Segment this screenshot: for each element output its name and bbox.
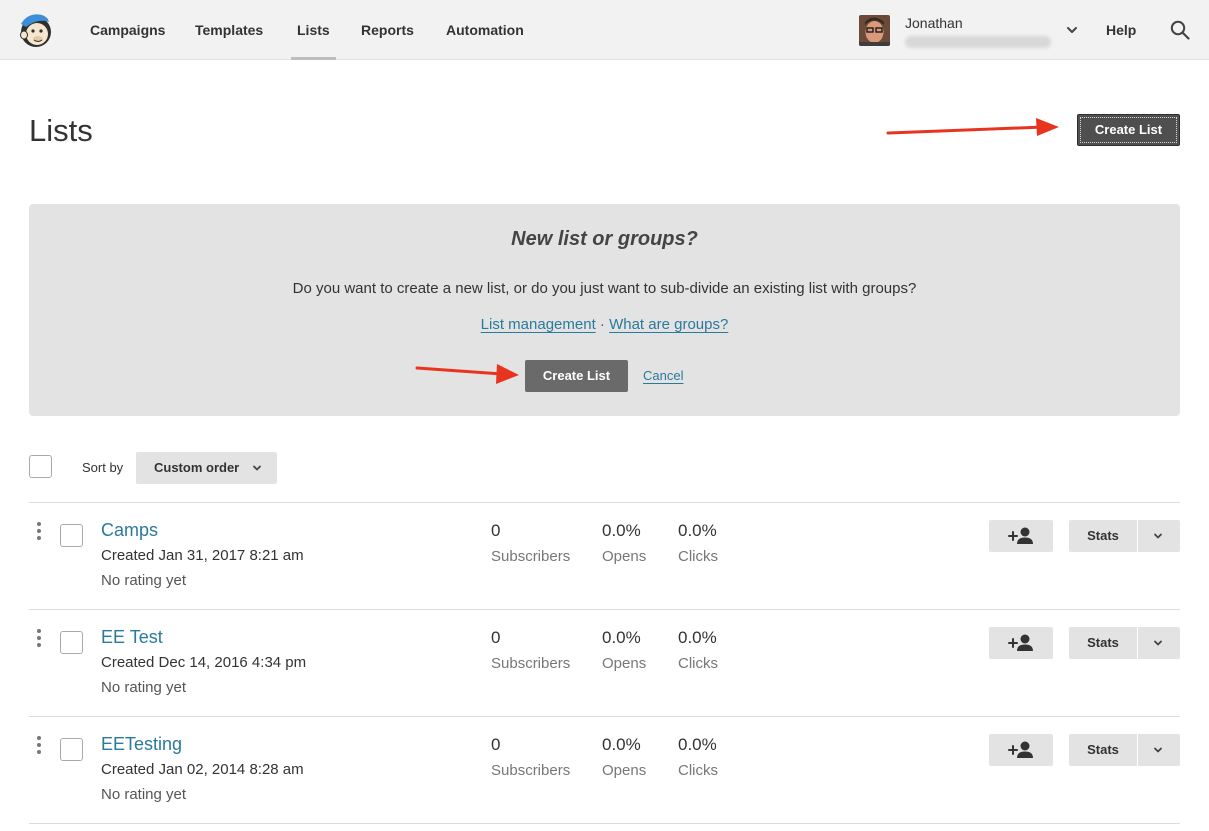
list-management-link[interactable]: List management (481, 316, 596, 333)
chevron-down-icon (1154, 640, 1162, 646)
new-list-or-groups-panel: New list or groups? Do you want to creat… (29, 204, 1180, 416)
list-name-link[interactable]: EETesting (101, 734, 182, 755)
what-are-groups-link[interactable]: What are groups? (609, 316, 728, 333)
sort-label: Sort by (82, 460, 124, 475)
clicks-label: Clicks (678, 548, 718, 565)
list-created-date: Created Dec 14, 2016 4:34 pm (101, 654, 307, 671)
list-rating: No rating yet (101, 572, 187, 589)
row-checkbox[interactable] (60, 631, 83, 654)
panel-description: Do you want to create a new list, or do … (292, 280, 917, 297)
add-user-icon (1008, 741, 1033, 758)
add-subscriber-button[interactable] (989, 734, 1053, 766)
subscribers-label: Subscribers (491, 762, 571, 779)
list-name-link[interactable]: EE Test (101, 627, 163, 648)
panel-title: New list or groups? (511, 228, 698, 250)
help-link[interactable]: Help (1106, 0, 1136, 60)
list-row: EETesting Created Jan 02, 2014 8:28 am N… (0, 716, 1209, 823)
list-rating: No rating yet (101, 679, 187, 696)
annotation-arrow (415, 364, 519, 384)
nav-campaigns[interactable]: Campaigns (90, 0, 165, 60)
nav-lists[interactable]: Lists (291, 0, 336, 60)
opens-label: Opens (602, 548, 647, 565)
list-row: EE Test Created Dec 14, 2016 4:34 pm No … (0, 609, 1209, 716)
clicks-rate: 0.0% (678, 521, 717, 540)
list-rating: No rating yet (101, 786, 187, 803)
clicks-label: Clicks (678, 762, 718, 779)
user-name[interactable]: Jonathan (905, 15, 963, 31)
drag-handle-icon[interactable] (36, 735, 42, 755)
cancel-link[interactable]: Cancel (643, 368, 683, 383)
clicks-rate: 0.0% (678, 735, 717, 754)
chevron-down-icon (1154, 747, 1162, 753)
select-all-checkbox[interactable] (29, 455, 52, 478)
search-icon[interactable] (1170, 20, 1190, 40)
add-subscriber-button[interactable] (989, 627, 1053, 659)
avatar[interactable] (859, 15, 890, 46)
nav-reports[interactable]: Reports (361, 0, 414, 60)
list-created-date: Created Jan 02, 2014 8:28 am (101, 761, 304, 778)
nav-automation[interactable]: Automation (446, 0, 524, 60)
drag-handle-icon[interactable] (36, 521, 42, 541)
add-subscriber-button[interactable] (989, 520, 1053, 552)
annotation-arrow (886, 118, 1059, 136)
sort-dropdown[interactable]: Custom order (136, 452, 277, 484)
list-created-date: Created Jan 31, 2017 8:21 am (101, 547, 304, 564)
stats-button[interactable]: Stats (1069, 734, 1137, 766)
nav-templates[interactable]: Templates (195, 0, 263, 60)
mailchimp-logo[interactable] (16, 10, 56, 50)
subscribers-count: 0 (491, 735, 501, 754)
subscribers-count: 0 (491, 628, 501, 647)
more-options-button[interactable] (1138, 627, 1180, 659)
top-navigation: Campaigns Templates Lists Reports Automa… (0, 0, 1209, 60)
list-row: Camps Created Jan 31, 2017 8:21 am No ra… (0, 502, 1209, 609)
drag-handle-icon[interactable] (36, 628, 42, 648)
opens-rate: 0.0% (602, 735, 641, 754)
opens-rate: 0.0% (602, 628, 641, 647)
divider (29, 823, 1180, 824)
link-separator: · (599, 316, 605, 333)
more-options-button[interactable] (1138, 520, 1180, 552)
row-checkbox[interactable] (60, 524, 83, 547)
user-email-redacted (905, 36, 1051, 48)
subscribers-label: Subscribers (491, 548, 571, 565)
stats-button[interactable]: Stats (1069, 520, 1137, 552)
panel-links: List management · What are groups? (29, 316, 1180, 333)
subscribers-count: 0 (491, 521, 501, 540)
opens-label: Opens (602, 762, 647, 779)
clicks-label: Clicks (678, 655, 718, 672)
row-checkbox[interactable] (60, 738, 83, 761)
more-options-button[interactable] (1138, 734, 1180, 766)
chevron-down-icon (253, 465, 261, 471)
stats-button[interactable]: Stats (1069, 627, 1137, 659)
chevron-down-icon (1154, 533, 1162, 539)
add-user-icon (1008, 527, 1033, 544)
panel-create-list-button[interactable]: Create List (525, 360, 628, 392)
create-list-button[interactable]: Create List (1077, 114, 1180, 146)
add-user-icon (1008, 634, 1033, 651)
opens-label: Opens (602, 655, 647, 672)
sort-selected-value: Custom order (154, 460, 240, 475)
page-title: Lists (29, 113, 93, 148)
clicks-rate: 0.0% (678, 628, 717, 647)
chevron-down-icon[interactable] (1064, 22, 1080, 38)
subscribers-label: Subscribers (491, 655, 571, 672)
opens-rate: 0.0% (602, 521, 641, 540)
list-name-link[interactable]: Camps (101, 520, 158, 541)
